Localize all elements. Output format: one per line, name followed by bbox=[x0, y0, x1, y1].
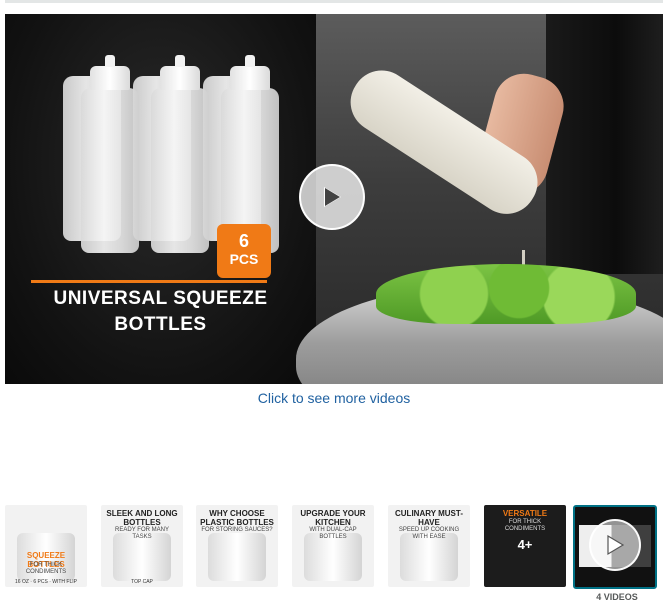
chef-sleeve bbox=[546, 14, 663, 274]
thumbnail-footer: 16 oz · 6 Pcs · With Flip bbox=[15, 579, 77, 585]
thumbnail-title: Sleek and Long Bottles bbox=[106, 509, 178, 527]
thumbnail-title: Why Choose Plastic Bottles bbox=[200, 509, 274, 527]
play-icon[interactable] bbox=[299, 164, 365, 230]
thumbnail-title: Versatile bbox=[502, 509, 548, 518]
thumbnail-item[interactable]: Upgrade Your Kitchen With Dual-Cap Bottl… bbox=[292, 505, 374, 587]
top-divider bbox=[5, 0, 663, 3]
hero-title-line1: UNIVERSAL SQUEEZE bbox=[53, 288, 268, 309]
salad-greens bbox=[376, 264, 636, 324]
thumbnail-subtitle: For Thick Condiments bbox=[25, 562, 67, 575]
thumbnail-item-more[interactable]: Versatile For Thick Condiments 4+ bbox=[484, 505, 566, 587]
video-count-label: 4 VIDEOS bbox=[596, 592, 638, 602]
thumbnail-item[interactable]: Culinary Must-Have Speed Up Cooking With… bbox=[388, 505, 470, 587]
thumbnail-subtitle: With Dual-Cap Bottles bbox=[309, 527, 357, 540]
play-triangle bbox=[324, 187, 341, 207]
bottle-nozzle bbox=[245, 55, 255, 67]
more-images-count: 4+ bbox=[517, 537, 533, 552]
thumbnail-subtitle: Ready for Many Tasks bbox=[115, 527, 169, 540]
pieces-count: 6 bbox=[238, 231, 249, 251]
hero-lifestyle-photo bbox=[296, 14, 663, 384]
bottle-cap bbox=[90, 66, 130, 90]
bottle-cap bbox=[230, 66, 270, 90]
hero-title: UNIVERSAL SQUEEZE BOTTLES bbox=[5, 286, 316, 338]
play-triangle bbox=[607, 534, 625, 556]
hero-title-line2: BOTTLES bbox=[114, 314, 207, 335]
pieces-label: PCS bbox=[229, 251, 259, 267]
thumbnail-subtitle: Speed Up Cooking With Ease bbox=[398, 527, 460, 540]
thumbnail-subtitle: For Thick Condiments bbox=[504, 519, 546, 532]
thumbnail-footer: Top Cap bbox=[131, 579, 153, 585]
bottle-image bbox=[81, 88, 139, 253]
pieces-badge: 6 PCS bbox=[217, 224, 271, 278]
thumbnail-item[interactable]: Why Choose Plastic Bottles For Storing S… bbox=[196, 505, 278, 587]
bottle-image bbox=[151, 88, 209, 253]
bottle-nozzle bbox=[175, 55, 185, 67]
thumbnail-item[interactable]: Sleek and Long Bottles Ready for Many Ta… bbox=[101, 505, 183, 587]
video-thumbnail[interactable] bbox=[573, 505, 657, 589]
main-video-player[interactable]: 6 PCS UNIVERSAL SQUEEZE BOTTLES bbox=[5, 14, 663, 384]
bottle-nozzle bbox=[105, 55, 115, 67]
thumbnail-title: Upgrade Your Kitchen bbox=[300, 509, 366, 527]
bottle-cap bbox=[160, 66, 200, 90]
more-videos-link[interactable]: Click to see more videos bbox=[0, 390, 668, 406]
thumbnail-subtitle: For Storing Sauces? bbox=[201, 527, 273, 533]
thumbnail-image bbox=[208, 533, 266, 581]
thumbnail-item[interactable]: Squeeze Bottles For Thick Condiments 16 … bbox=[5, 505, 87, 587]
thumbnail-title: Culinary Must-Have bbox=[395, 509, 463, 527]
hero-product-panel: 6 PCS UNIVERSAL SQUEEZE BOTTLES bbox=[5, 14, 316, 384]
play-icon bbox=[589, 519, 641, 571]
accent-rule bbox=[31, 280, 267, 283]
